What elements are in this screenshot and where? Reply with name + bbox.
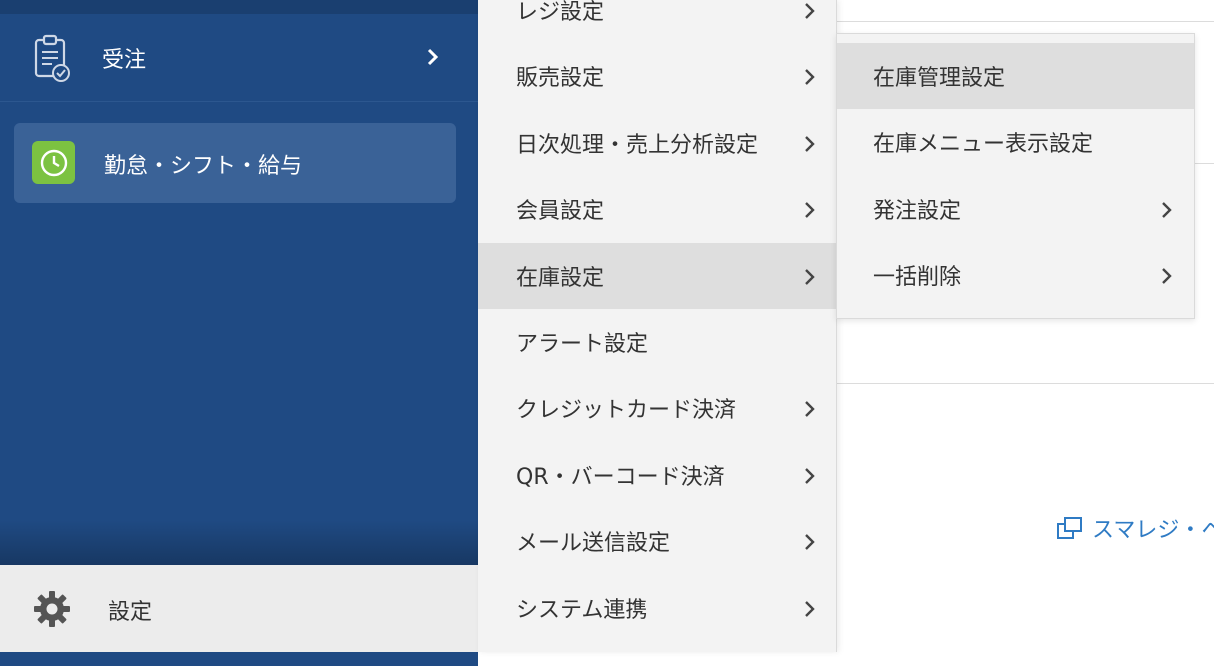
clipboard-check-icon: [32, 34, 72, 82]
menu1-item[interactable]: レジ設定: [478, 0, 836, 43]
menu1-item-label: クレジットカード決済: [516, 398, 737, 424]
menu1-item[interactable]: 販売設定: [478, 43, 836, 109]
chevron-right-icon: [804, 399, 816, 418]
chevron-right-icon: [1161, 200, 1173, 218]
chevron-right-icon: [804, 466, 816, 484]
menu1-item[interactable]: QR・バーコード決済: [478, 442, 836, 508]
menu1-item-label: QR・バーコード決済: [516, 464, 725, 490]
menu2-item[interactable]: 在庫管理設定: [837, 43, 1194, 109]
clock-icon: [32, 141, 75, 184]
menu1-item-label: メール送信設定: [516, 531, 671, 557]
menu2-item-label: 一括削除: [873, 265, 962, 291]
menu1-item-label: システム連携: [516, 597, 648, 623]
chevron-right-icon: [804, 267, 816, 285]
menu1-item[interactable]: クレジットカード決済: [478, 375, 836, 441]
chevron-right-icon: [804, 1, 816, 19]
menu2-item[interactable]: 在庫メニュー表示設定: [837, 109, 1194, 175]
smaregi-link[interactable]: スマレジ・ヘ: [1056, 512, 1214, 544]
menu1-item[interactable]: 会員設定: [478, 176, 836, 242]
chevron-right-icon: [1161, 266, 1173, 285]
menu2-item[interactable]: 一括削除: [837, 242, 1194, 308]
gear-icon: [32, 589, 72, 629]
sidebar-item-label: 設定: [108, 600, 153, 625]
sidebar-item-settings[interactable]: 設定: [0, 565, 478, 652]
settings-menu: レジ設定販売設定日次処理・売上分析設定 会員設定在庫設定アラート設定クレジットカー…: [478, 0, 837, 652]
menu2-item-label: 在庫メニュー表示設定: [873, 132, 1094, 158]
menu1-item-label: レジ設定: [516, 0, 605, 25]
menu1-item-label: 販売設定: [516, 66, 605, 92]
chevron-right-icon: [804, 532, 816, 551]
chevron-right-icon: [424, 44, 442, 70]
menu1-item-label: 会員設定: [516, 199, 605, 225]
sidebar-top-strip: [0, 0, 478, 14]
sidebar-shadow: [0, 520, 478, 566]
inventory-settings-submenu: 在庫管理設定在庫メニュー表示設定 発注設定一括削除: [836, 33, 1195, 319]
menu1-item[interactable]: メール送信設定: [478, 508, 836, 574]
menu1-item-label: 在庫設定: [516, 265, 605, 291]
menu1-item[interactable]: 日次処理・売上分析設定: [478, 110, 836, 176]
menu1-item[interactable]: システム連携: [478, 575, 836, 641]
sidebar-item-attendance[interactable]: 勤怠・シフト・給与: [14, 123, 456, 203]
menu2-item[interactable]: 発注設定: [837, 176, 1194, 242]
sidebar: 受注 勤怠・シフト・給与 設定: [0, 0, 478, 666]
sidebar-item-order[interactable]: 受注: [0, 14, 478, 102]
menu1-item-label: 日次処理・売上分析設定: [516, 132, 759, 158]
menu1-item[interactable]: アラート設定: [478, 309, 836, 375]
menu2-item-label: 在庫管理設定: [873, 66, 1006, 91]
smaregi-link-label: スマレジ・ヘ: [1092, 518, 1214, 543]
external-window-icon: [1056, 515, 1084, 541]
sidebar-bottom-strip: [0, 652, 478, 666]
menu2-item-label: 発注設定: [873, 198, 962, 224]
menu1-item[interactable]: 在庫設定: [478, 242, 836, 309]
chevron-right-icon: [804, 67, 816, 86]
sidebar-item-label: 受注: [102, 48, 147, 73]
menu1-item-label: アラート設定: [516, 332, 649, 357]
chevron-right-icon: [804, 134, 816, 152]
sidebar-item-label: 勤怠・シフト・給与: [104, 154, 303, 179]
chevron-right-icon: [804, 599, 816, 617]
chevron-right-icon: [804, 200, 816, 219]
